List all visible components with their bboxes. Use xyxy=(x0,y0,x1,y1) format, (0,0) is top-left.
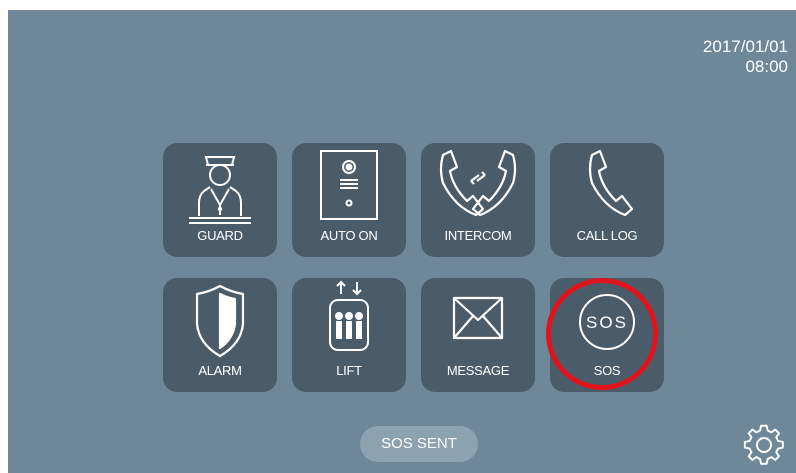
tile-lift[interactable]: LIFT xyxy=(292,278,406,392)
tile-label: MESSAGE xyxy=(446,363,510,378)
tile-label: INTERCOM xyxy=(444,228,512,243)
tile-label: GUARD xyxy=(197,228,243,243)
date-time-display: 2017/01/01 08:00 xyxy=(703,37,788,77)
tile-guard[interactable]: GUARD xyxy=(163,143,277,257)
envelope-icon xyxy=(421,278,535,368)
sos-badge-text: SOS xyxy=(586,313,628,332)
guard-icon xyxy=(163,143,277,233)
door-station-icon xyxy=(292,143,406,233)
tile-label: CALL LOG xyxy=(576,228,638,243)
tile-alarm[interactable]: ALARM xyxy=(163,278,277,392)
settings-button[interactable] xyxy=(742,423,786,467)
tile-auto-on[interactable]: AUTO ON xyxy=(292,143,406,257)
intercom-icon xyxy=(421,143,535,233)
tile-label: LIFT xyxy=(336,363,362,378)
sos-icon: SOS xyxy=(550,278,664,368)
home-screen: 2017/01/01 08:00 GUARD AUTO ON INTERCOM … xyxy=(8,10,796,473)
tile-label: SOS xyxy=(593,363,621,378)
shield-icon xyxy=(163,278,277,368)
tile-intercom[interactable]: INTERCOM xyxy=(421,143,535,257)
sos-status-pill: SOS SENT xyxy=(360,426,478,462)
date-text: 2017/01/01 xyxy=(702,37,788,56)
tile-call-log[interactable]: CALL LOG xyxy=(550,143,664,257)
tile-label: AUTO ON xyxy=(320,228,378,243)
tile-sos[interactable]: SOS SOS xyxy=(550,278,664,392)
phone-icon xyxy=(550,143,664,233)
tile-message[interactable]: MESSAGE xyxy=(421,278,535,392)
gear-icon xyxy=(742,424,786,471)
time-text: 08:00 xyxy=(745,57,788,76)
elevator-icon xyxy=(292,278,406,368)
tile-label: ALARM xyxy=(198,363,242,378)
